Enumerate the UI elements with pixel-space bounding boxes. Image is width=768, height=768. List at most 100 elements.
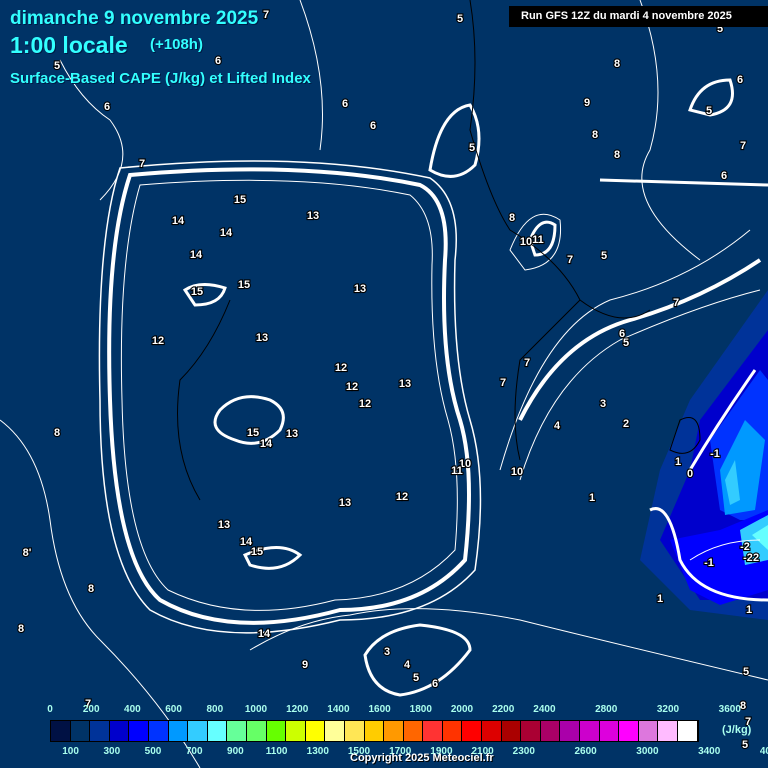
contour-label: 14: [190, 249, 203, 261]
legend-swatch: [501, 721, 522, 741]
contour-label: 15: [238, 279, 250, 291]
legend-tick-bottom: 1300: [306, 746, 329, 757]
contour-label: 6: [721, 170, 727, 182]
contour-label: 11: [451, 465, 463, 477]
legend-swatch: [482, 721, 502, 741]
legend-tick-bottom: 700: [185, 746, 203, 757]
legend-swatch: [580, 721, 600, 741]
legend-unit: (J/kg): [722, 724, 752, 736]
contour-label: 14: [260, 438, 273, 450]
legend-tick-top: 1000: [244, 704, 268, 715]
legend-swatch: [305, 721, 326, 741]
contour-label: 6: [432, 678, 438, 690]
legend-swatch: [207, 721, 228, 741]
contour-label: 14: [258, 628, 271, 640]
contour-label: 14: [172, 215, 185, 227]
legend-swatch: [442, 721, 463, 741]
contour-label: 8': [23, 547, 32, 559]
legend-swatch: [423, 721, 443, 741]
contour-label: 5: [601, 250, 607, 262]
legend-tick-top: 2000: [450, 704, 474, 715]
contour-label: 9: [584, 97, 590, 109]
legend-swatch: [658, 721, 678, 741]
contour-label: 0: [687, 468, 693, 480]
map-canvas: 575 66 667589885657615131414141515 1312 1381…: [0, 0, 768, 768]
contour-label: 13: [339, 497, 351, 509]
legend-swatch: [325, 721, 345, 741]
forecast-date: dimanche 9 novembre 2025: [10, 8, 259, 29]
contour-label: 12: [152, 335, 164, 347]
legend-swatch: [599, 721, 620, 741]
legend-tick-top: 1400: [327, 704, 350, 715]
legend-swatch: [384, 721, 404, 741]
legend-tick-bottom: 2300: [512, 746, 535, 757]
contour-label: 9: [302, 659, 308, 671]
contour-label: 6: [215, 55, 221, 67]
contour-label: 3: [384, 646, 390, 658]
contour-label: 1: [746, 604, 752, 616]
legend-swatch: [90, 721, 110, 741]
legend-tick-bottom: 2600: [574, 746, 597, 757]
contour-label: 13: [354, 283, 366, 295]
legend-swatch: [109, 721, 130, 741]
lead-time: (+108h): [150, 36, 203, 53]
legend-swatch: [266, 721, 287, 741]
legend-tick-bottom: 500: [144, 746, 162, 757]
contour-label: 7: [673, 297, 679, 309]
legend-tick-bottom: 4000: [759, 746, 768, 757]
legend-tick-bottom: 300: [103, 746, 121, 757]
legend-swatch: [286, 721, 306, 741]
legend-tick-bottom: 1100: [265, 746, 288, 757]
contour-label: -1: [704, 557, 714, 569]
contour-label: 2: [623, 418, 629, 430]
legend-tick-bottom: 100: [62, 746, 79, 757]
contour-label: -1: [710, 448, 720, 460]
legend-tick-bottom: 3000: [636, 746, 659, 757]
contour-label: 3: [600, 398, 606, 410]
contour-label: 2: [753, 552, 759, 564]
legend-swatch: [462, 721, 483, 741]
contour-label: 13: [307, 210, 319, 222]
legend-tick-top: 400: [124, 704, 141, 715]
legend-tick-top: 2200: [492, 704, 515, 715]
contour-label: 12: [346, 381, 358, 393]
contour-label: 7: [139, 158, 145, 170]
legend-swatch: [521, 721, 541, 741]
legend-tick-bottom: 900: [227, 746, 244, 757]
contour-label: 10: [520, 236, 532, 248]
legend-tick-top: 2400: [533, 704, 556, 715]
contour-label: 4: [404, 659, 411, 671]
legend-swatch: [227, 721, 247, 741]
contour-label: 5: [742, 739, 748, 751]
legend-tick-top: 200: [82, 704, 100, 715]
legend-tick-top: 800: [206, 704, 224, 715]
contour-label: 12: [335, 362, 347, 374]
color-legend: [50, 720, 699, 742]
contour-label: 12: [396, 491, 408, 503]
contour-label: 4: [554, 420, 561, 432]
contour-label: 15: [191, 286, 203, 298]
contour-label: 12: [359, 398, 371, 410]
legend-tick-top: 3600: [718, 704, 741, 715]
contour-label: 15: [247, 427, 259, 439]
contour-label: 13: [286, 428, 298, 440]
legend-swatch: [168, 721, 189, 741]
contour-label: 6: [104, 101, 110, 113]
contour-label: 13: [399, 378, 411, 390]
legend-tick-top: 0: [47, 704, 53, 715]
contour-label: 15: [234, 194, 246, 206]
legend-swatch: [51, 721, 71, 741]
contour-label: 11: [532, 234, 544, 246]
contour-label: 8: [509, 212, 515, 224]
contour-label: 7: [500, 377, 506, 389]
forecast-time: 1:00 locale: [10, 32, 128, 58]
contour-label: 8: [614, 149, 620, 161]
contour-label: 8: [592, 129, 598, 141]
legend-tick-bottom: 3400: [698, 746, 721, 757]
contour-label: 1: [589, 492, 595, 504]
contour-labels: 575 66 667589885657615131414141515 1312 1381…: [17, 8, 760, 752]
contour-label: 6: [737, 74, 743, 86]
contour-label: 7: [567, 254, 573, 266]
legend-swatch: [678, 721, 698, 741]
legend-tick-top: 2800: [595, 704, 618, 715]
